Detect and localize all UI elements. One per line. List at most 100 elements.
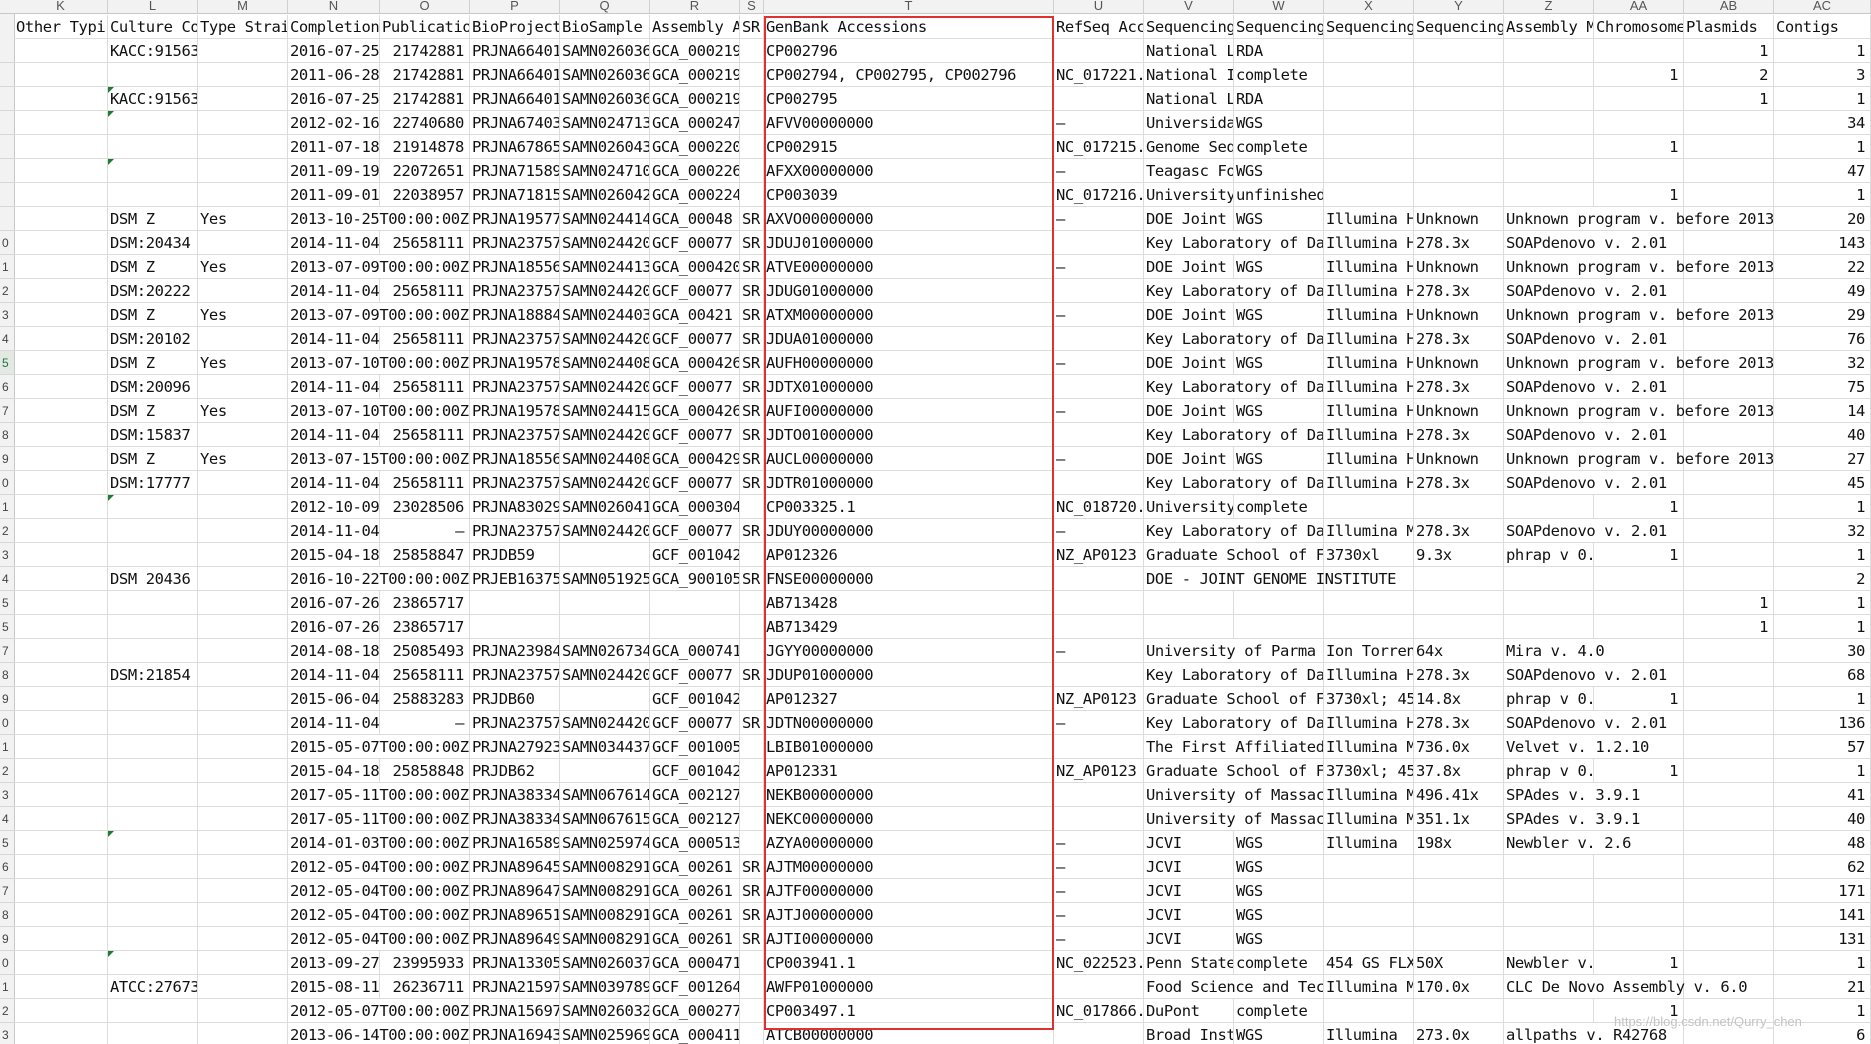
cell-q[interactable]: SAMN024414 — [560, 207, 650, 231]
cell-p[interactable]: PRJNA18556 — [470, 447, 560, 471]
cell-z[interactable]: phrap v 0. — [1504, 687, 1594, 711]
cell-ac[interactable]: 34 — [1774, 111, 1871, 135]
cell-k[interactable] — [14, 327, 108, 351]
cell-ac[interactable]: 1 — [1774, 183, 1871, 207]
cell-z[interactable]: SOAPdenovo v. 2.01 — [1504, 327, 1774, 351]
cell-t[interactable]: JDUG01000000 — [764, 279, 1054, 303]
cell-z[interactable] — [1504, 999, 1594, 1023]
cell-s[interactable] — [740, 591, 764, 615]
cell-k[interactable] — [14, 879, 108, 903]
cell-t[interactable]: JDUA01000000 — [764, 327, 1054, 351]
cell-p[interactable]: PRJNA67403 — [470, 111, 560, 135]
cell-t[interactable]: AP012331 — [764, 759, 1054, 783]
column-header-ab[interactable]: Plasmids — [1684, 15, 1774, 39]
cell-q[interactable]: SAMN024408 — [560, 351, 650, 375]
column-letter-k[interactable]: K — [14, 0, 108, 13]
cell-q[interactable]: SAMN024415 — [560, 399, 650, 423]
cell-n[interactable]: 2013-10-25T00:00:00Z — [288, 207, 470, 231]
cell-n[interactable]: 2014-11-04 — [288, 471, 380, 495]
cell-ac[interactable]: 62 — [1774, 855, 1871, 879]
cell-r[interactable]: GCA_00051301 — [650, 831, 740, 855]
cell-k[interactable] — [14, 759, 108, 783]
cell-ac[interactable]: 136 — [1774, 711, 1871, 735]
cell-u[interactable] — [1054, 1023, 1144, 1044]
cell-k[interactable] — [14, 471, 108, 495]
cell-k[interactable] — [14, 711, 108, 735]
cell-k[interactable] — [14, 423, 108, 447]
cell-r[interactable]: GCA_00021945 — [650, 39, 740, 63]
cell-r[interactable]: GCF_00077 — [650, 375, 740, 399]
cell-ab[interactable] — [1684, 759, 1774, 783]
cell-y[interactable]: Unknown — [1414, 255, 1504, 279]
cell-y[interactable]: 198x — [1414, 831, 1504, 855]
column-header-y[interactable]: Sequencing — [1414, 15, 1504, 39]
column-header-m[interactable]: Type Strai — [198, 15, 288, 39]
cell-l[interactable] — [108, 831, 198, 855]
cell-m[interactable] — [198, 951, 288, 975]
cell-aa[interactable] — [1594, 591, 1684, 615]
cell-s[interactable]: SR — [740, 255, 764, 279]
cell-y[interactable]: 278.3x — [1414, 375, 1504, 399]
cell-l[interactable]: DSM:15837 — [108, 423, 198, 447]
cell-q[interactable]: SAMN024403 — [560, 303, 650, 327]
cell-ac[interactable]: 45 — [1774, 471, 1871, 495]
cell-y[interactable] — [1414, 615, 1504, 639]
cell-t[interactable]: AUFI00000000 — [764, 399, 1054, 423]
cell-m[interactable] — [198, 519, 288, 543]
cell-r[interactable]: GCF_00077 — [650, 663, 740, 687]
column-letter-x[interactable]: X — [1324, 0, 1414, 13]
cell-w[interactable]: RDA — [1234, 87, 1324, 111]
cell-v[interactable] — [1144, 615, 1234, 639]
cell-z[interactable]: Newbler v. — [1504, 951, 1594, 975]
cell-s[interactable]: SR — [740, 303, 764, 327]
cell-ac[interactable]: 30 — [1774, 639, 1871, 663]
cell-x[interactable]: Illumina — [1324, 831, 1414, 855]
cell-s[interactable] — [740, 615, 764, 639]
cell-k[interactable] — [14, 927, 108, 951]
cell-ab[interactable]: 1 — [1684, 39, 1774, 63]
cell-p[interactable]: PRJNA27923 — [470, 735, 560, 759]
cell-r[interactable]: GCA_00261 — [650, 927, 740, 951]
cell-l[interactable] — [108, 111, 198, 135]
cell-y[interactable] — [1414, 39, 1504, 63]
cell-n[interactable]: 2015-06-04 — [288, 687, 380, 711]
cell-o[interactable]: 25658111 — [380, 663, 470, 687]
cell-o[interactable]: 25085493 — [380, 639, 470, 663]
cell-aa[interactable] — [1594, 855, 1684, 879]
cell-w[interactable]: complete — [1234, 495, 1324, 519]
cell-t[interactable]: CP003941.1 — [764, 951, 1054, 975]
cell-t[interactable]: AB713429 — [764, 615, 1054, 639]
cell-l[interactable] — [108, 519, 198, 543]
cell-l[interactable] — [108, 879, 198, 903]
cell-t[interactable]: JDUY00000000 — [764, 519, 1054, 543]
cell-x[interactable]: Illumina M — [1324, 783, 1414, 807]
cell-s[interactable]: SR — [740, 327, 764, 351]
cell-m[interactable] — [198, 1023, 288, 1044]
cell-p[interactable]: PRJNA23757 — [470, 519, 560, 543]
cell-k[interactable] — [14, 279, 108, 303]
cell-m[interactable] — [198, 87, 288, 111]
cell-q[interactable]: SAMN026734 — [560, 639, 650, 663]
cell-p[interactable]: PRJNA16943 — [470, 1023, 560, 1044]
cell-t[interactable]: ATXM00000000 — [764, 303, 1054, 327]
cell-x[interactable]: Illumina — [1324, 1023, 1414, 1044]
cell-z[interactable]: phrap v 0. — [1504, 759, 1594, 783]
cell-t[interactable]: AXVO00000000 — [764, 207, 1054, 231]
cell-p[interactable]: PRJDB60 — [470, 687, 560, 711]
cell-o[interactable]: 22072651 — [380, 159, 470, 183]
cell-w[interactable]: unfinished — [1234, 183, 1324, 207]
cell-s[interactable]: SR — [740, 207, 764, 231]
column-header-v[interactable]: Sequencing — [1144, 15, 1234, 39]
cell-aa[interactable]: 1 — [1594, 951, 1684, 975]
cell-n[interactable]: 2016-07-25 — [288, 87, 380, 111]
cell-t[interactable]: NEKC00000000 — [764, 807, 1054, 831]
cell-ab[interactable] — [1684, 135, 1774, 159]
cell-ab[interactable] — [1684, 543, 1774, 567]
cell-t[interactable]: ATCB00000000 — [764, 1023, 1054, 1044]
cell-aa[interactable] — [1594, 615, 1684, 639]
cell-k[interactable] — [14, 855, 108, 879]
cell-r[interactable] — [650, 591, 740, 615]
cell-ac[interactable]: 21 — [1774, 975, 1871, 999]
cell-s[interactable] — [740, 999, 764, 1023]
cell-y[interactable]: Unknown — [1414, 447, 1504, 471]
